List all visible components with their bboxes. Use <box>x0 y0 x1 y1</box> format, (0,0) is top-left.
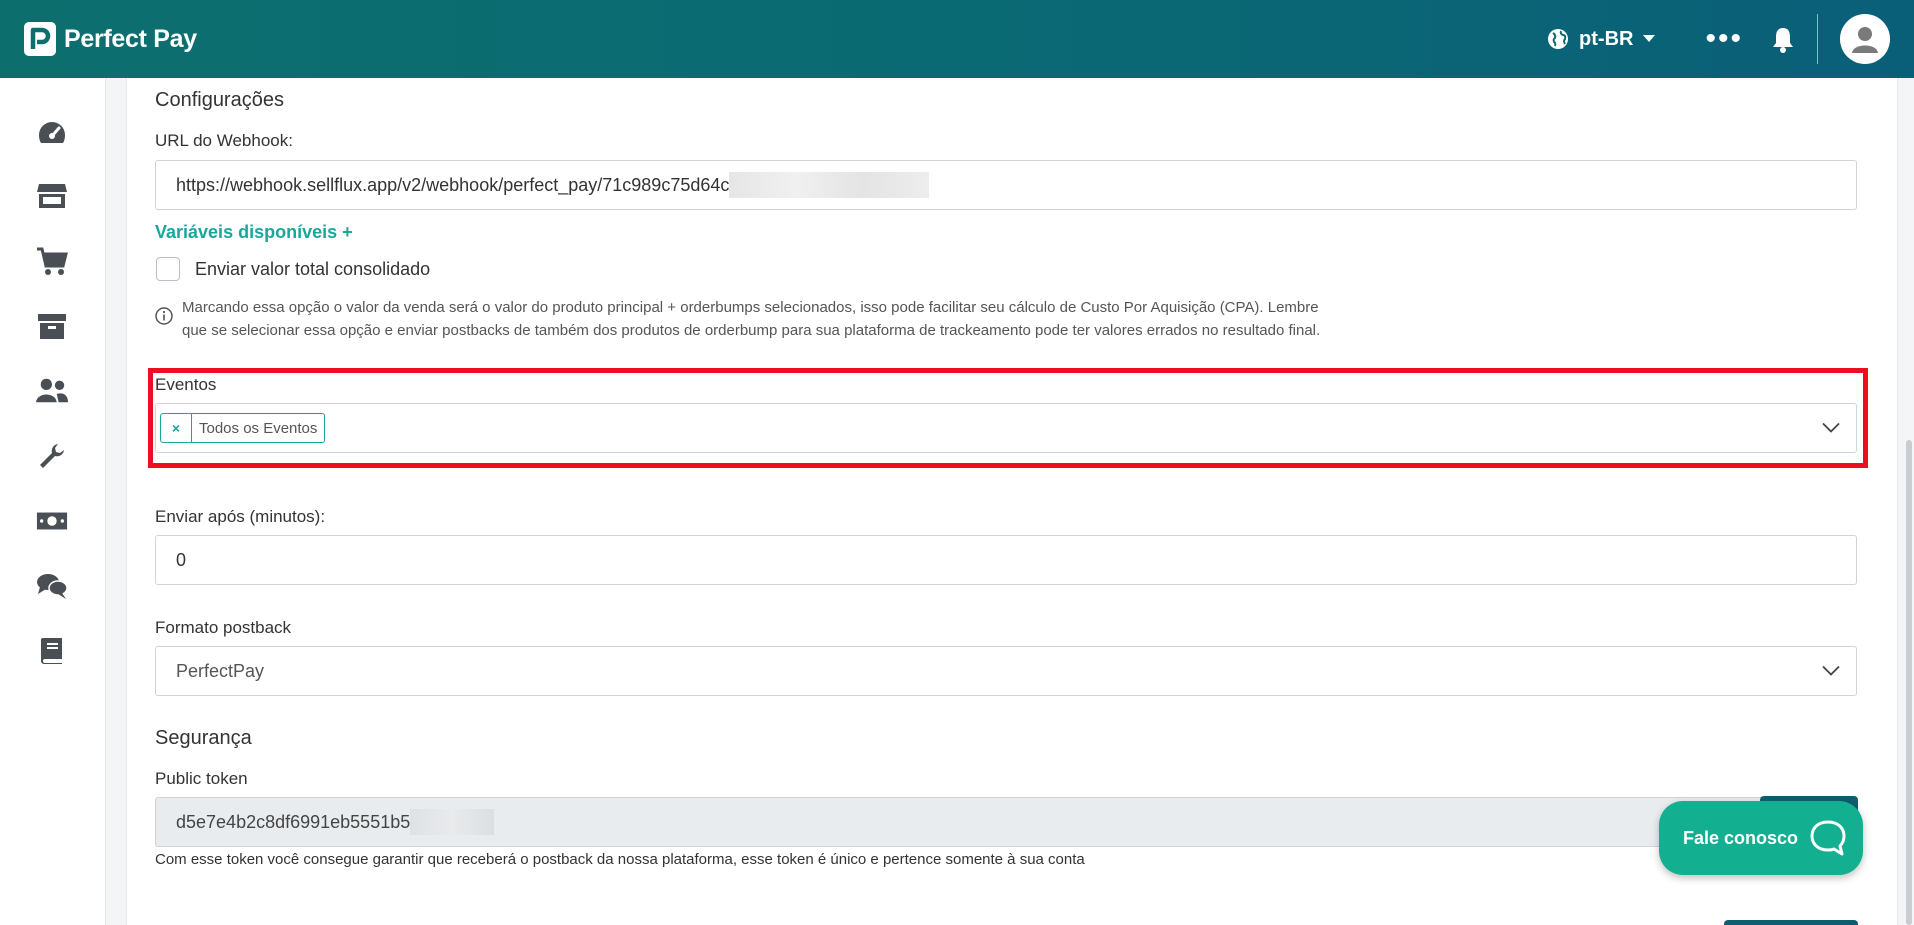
perfectpay-logo-icon <box>24 22 56 56</box>
caret-down-icon <box>1643 35 1656 42</box>
webhook-url-input[interactable]: https://webhook.sellflux.app/v2/webhook/… <box>155 160 1857 210</box>
globe-icon <box>1548 29 1569 49</box>
info-line-2: que se selecionar essa opção e enviar po… <box>182 322 1321 339</box>
header-divider <box>1817 14 1818 64</box>
sidebar-item-docs[interactable] <box>36 635 68 667</box>
events-multiselect[interactable]: × Todos os Eventos <box>155 403 1857 453</box>
sidebar-item-finance[interactable] <box>36 505 68 537</box>
language-label: pt-BR <box>1579 27 1634 50</box>
contact-us-label: Fale conosco <box>1683 827 1799 848</box>
top-bar: Perfect Pay pt-BR ••• <box>0 0 1914 78</box>
language-selector[interactable]: pt-BR <box>1547 28 1665 51</box>
event-tag: × Todos os Eventos <box>160 413 326 443</box>
money-icon <box>36 512 68 530</box>
postback-format-value: PerfectPay <box>176 660 265 681</box>
sidebar-item-dashboard[interactable] <box>36 116 68 148</box>
event-tag-label: Todos os Eventos <box>199 419 318 437</box>
sidebar-item-store[interactable] <box>36 180 68 212</box>
consolidated-total-checkbox[interactable] <box>156 257 180 281</box>
consolidated-info-text: Marcando essa opção o valor da venda ser… <box>182 296 1320 342</box>
chat-bubble-icon <box>1810 820 1846 856</box>
consolidated-total-label: Enviar valor total consolidado <box>195 259 431 279</box>
sidebar-item-chat[interactable] <box>36 570 68 602</box>
postback-format-select[interactable]: PerfectPay <box>155 646 1857 696</box>
brand-name: Perfect Pay <box>64 24 197 53</box>
public-token-value: d5e7e4b2c8df6991eb5551b5 <box>176 811 411 832</box>
token-help-text: Com esse token você consegue garantir qu… <box>155 851 1085 868</box>
brand-logo[interactable]: Perfect Pay <box>24 22 197 56</box>
webhook-url-label: URL do Webhook: <box>155 131 293 150</box>
info-line-1: Marcando essa opção o valor da venda ser… <box>182 299 1319 316</box>
sidebar-item-cart[interactable] <box>36 245 68 277</box>
wrench-icon <box>40 444 64 468</box>
box-icon <box>38 314 66 339</box>
contact-us-button[interactable]: Fale conosco <box>1659 801 1863 875</box>
page-scrollbar[interactable] <box>1906 440 1912 925</box>
chevron-down-icon <box>1822 665 1840 676</box>
chat-icon <box>37 574 68 599</box>
gauge-icon <box>39 122 65 143</box>
bell-icon[interactable] <box>1771 26 1795 53</box>
info-icon <box>155 307 173 325</box>
delay-minutes-value: 0 <box>176 549 187 570</box>
redacted-region <box>729 172 930 198</box>
delay-label: Enviar após (minutos): <box>155 507 326 526</box>
security-section-title: Segurança <box>155 727 252 749</box>
sidebar-item-tools[interactable] <box>36 440 68 472</box>
more-options-button[interactable]: ••• <box>1705 24 1743 54</box>
user-icon <box>1852 27 1878 53</box>
delay-minutes-input[interactable]: 0 <box>155 535 1857 585</box>
remove-tag-button[interactable]: × <box>161 414 192 442</box>
book-icon <box>41 638 62 664</box>
webhook-url-value: https://webhook.sellflux.app/v2/webhook/… <box>176 174 730 195</box>
save-button[interactable] <box>1724 920 1858 925</box>
store-icon <box>37 184 67 208</box>
public-token-input[interactable]: d5e7e4b2c8df6991eb5551b5 <box>155 797 1857 847</box>
redacted-region <box>410 809 495 835</box>
chevron-down-icon[interactable] <box>1822 422 1840 434</box>
events-label: Eventos <box>155 375 217 394</box>
postback-format-label: Formato postback <box>155 618 292 637</box>
users-icon <box>36 378 68 403</box>
sidebar <box>0 78 106 925</box>
sidebar-item-users[interactable] <box>36 375 68 407</box>
config-section-title: Configurações <box>155 89 284 111</box>
available-variables-link[interactable]: Variáveis disponíveis + <box>155 222 353 243</box>
sidebar-item-products[interactable] <box>36 310 68 342</box>
cart-icon <box>37 247 68 275</box>
public-token-label: Public token <box>155 769 248 788</box>
user-avatar[interactable] <box>1840 14 1890 64</box>
